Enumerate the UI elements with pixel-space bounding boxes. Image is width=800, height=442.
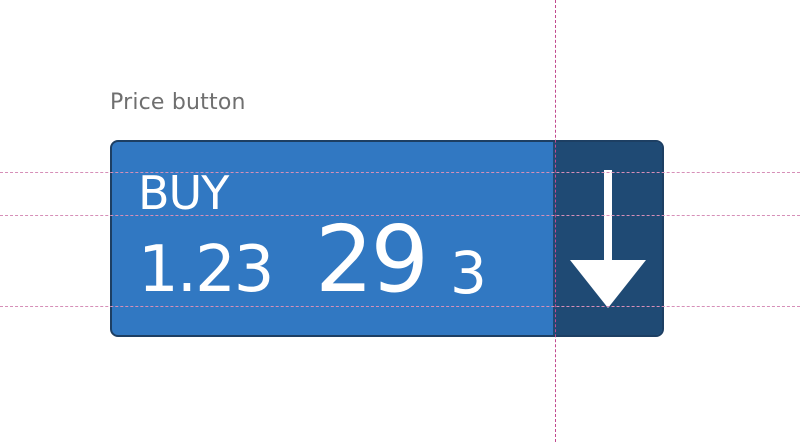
buy-price-button[interactable]: BUY 1.23 29 3	[110, 140, 664, 337]
price-big-figure: 29	[315, 206, 429, 313]
canvas: Price button BUY 1.23 29 3	[0, 0, 800, 442]
side-label: BUY	[138, 166, 229, 220]
price-pipette: 3	[450, 239, 487, 307]
caption: Price button	[110, 90, 246, 115]
price-prefix: 1.23	[138, 233, 274, 307]
arrow-down-icon	[570, 170, 646, 308]
